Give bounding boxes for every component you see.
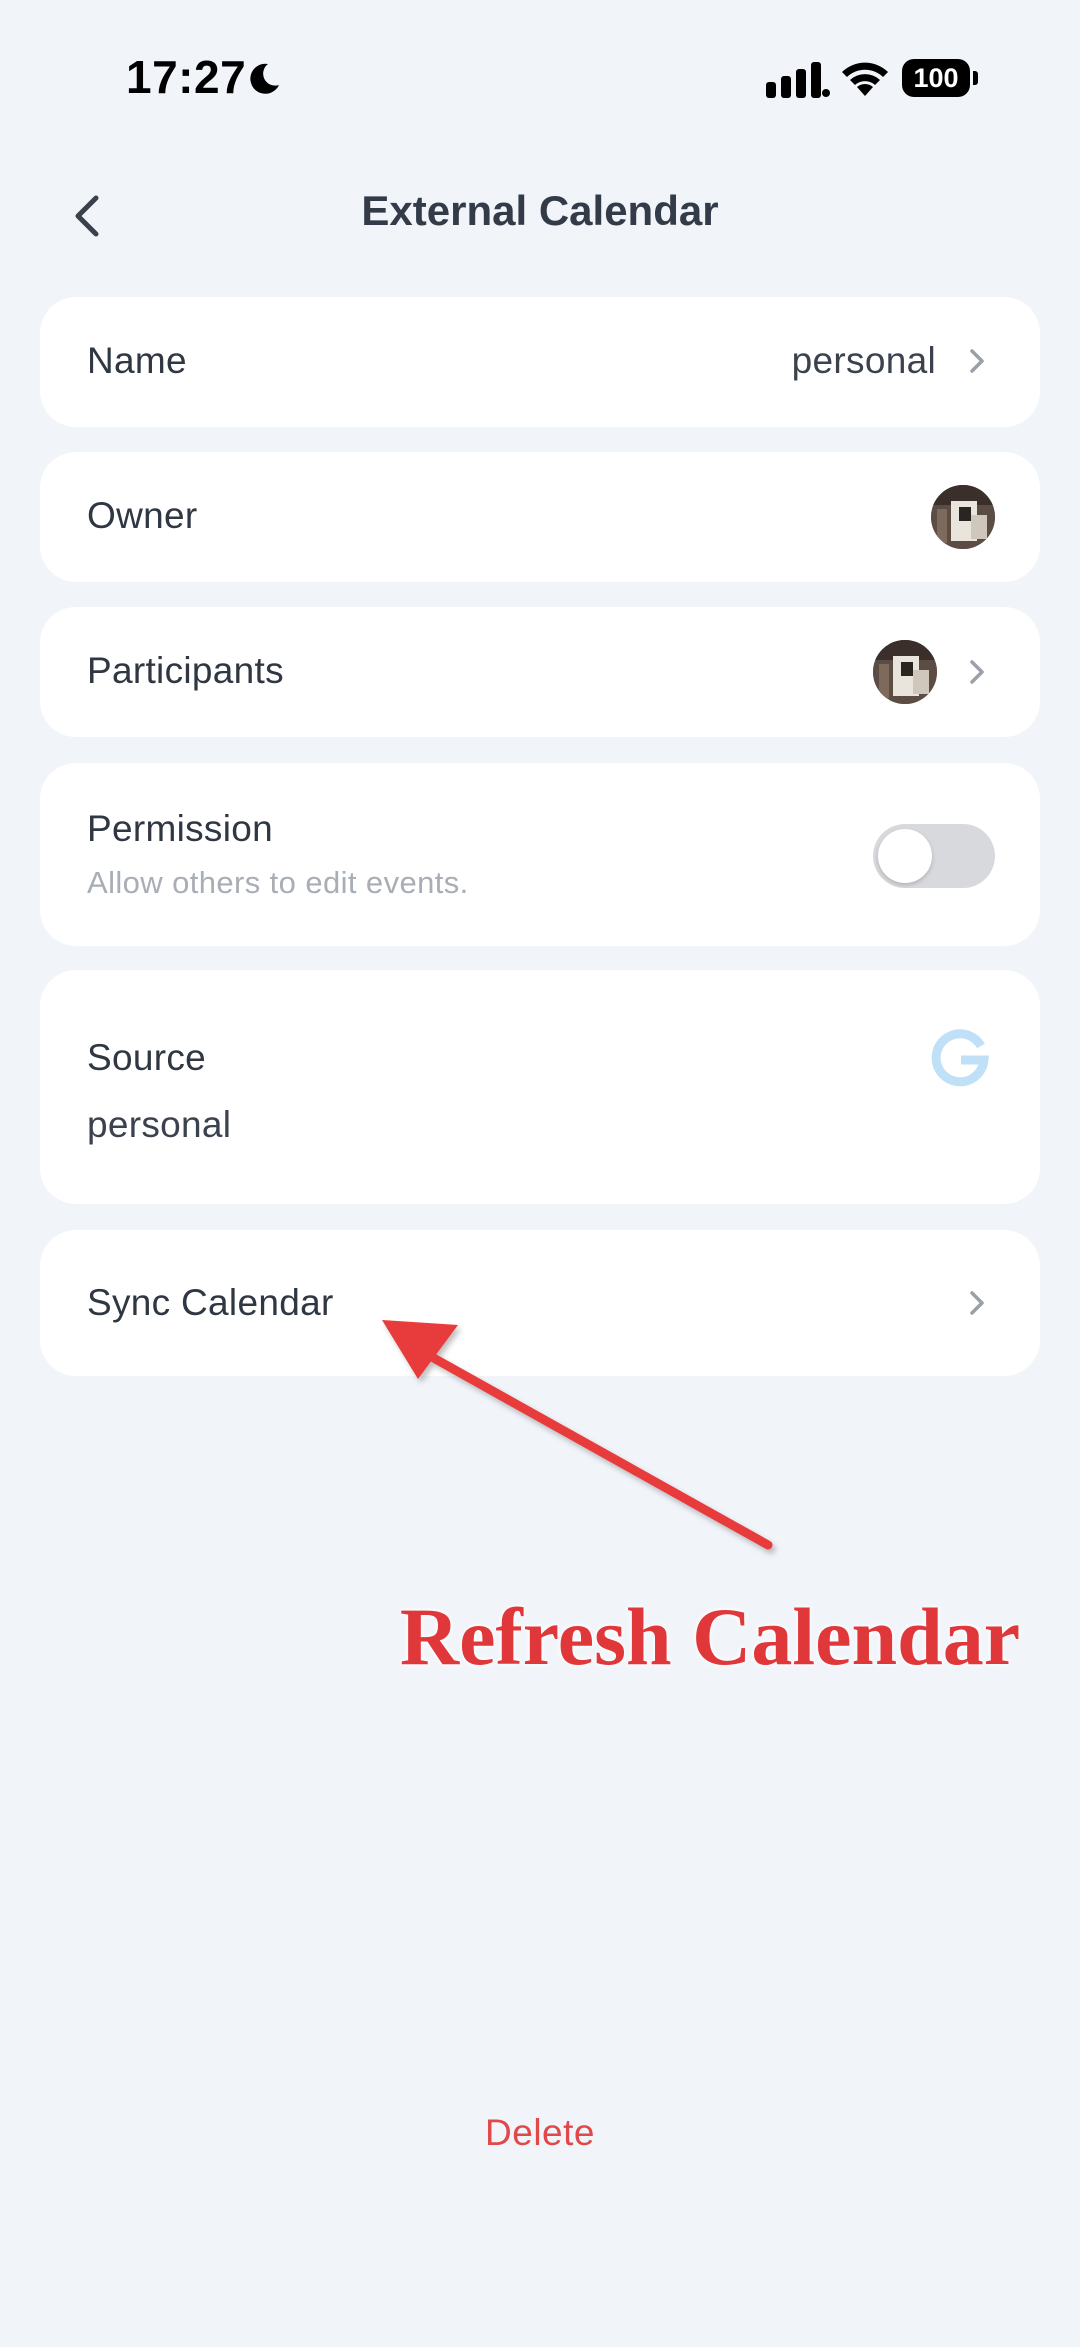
permission-label: Permission	[87, 808, 273, 849]
sync-calendar-label: Sync Calendar	[87, 1282, 334, 1323]
chevron-right-icon	[970, 660, 984, 684]
annotation-label: Refresh Calendar	[399, 1591, 1021, 1682]
owner-row: Owner	[40, 452, 1040, 582]
toggle-knob	[878, 829, 932, 883]
chevron-right-icon	[970, 349, 984, 373]
chevron-right-icon	[970, 1291, 984, 1315]
participant-avatar	[873, 640, 937, 704]
status-time: 17:27	[126, 51, 247, 103]
sync-calendar-row[interactable]: Sync Calendar	[40, 1230, 1040, 1376]
source-label: Source	[87, 1037, 207, 1078]
battery-icon: 100	[902, 59, 978, 97]
participants-row[interactable]: Participants	[40, 607, 1040, 737]
google-icon	[931, 1029, 989, 1087]
source-row: Source personal	[40, 970, 1040, 1204]
source-value: personal	[87, 1104, 232, 1145]
participants-label: Participants	[87, 650, 284, 691]
moon-icon	[250, 63, 279, 94]
wifi-icon	[842, 62, 888, 96]
delete-button[interactable]: Delete	[390, 2112, 690, 2154]
name-row[interactable]: Name personal	[40, 297, 1040, 427]
owner-label: Owner	[87, 495, 198, 536]
permission-subtitle: Allow others to edit events.	[87, 865, 469, 900]
permission-row: Permission Allow others to edit events.	[40, 763, 1040, 946]
page-title: External Calendar	[361, 187, 719, 234]
status-bar: 17:27 100	[0, 0, 1080, 150]
cellular-signal-icon	[766, 62, 830, 98]
battery-level: 100	[902, 59, 970, 97]
permission-toggle[interactable]	[873, 824, 995, 888]
owner-avatar	[931, 485, 995, 549]
name-label: Name	[87, 340, 187, 381]
name-value: personal	[791, 340, 936, 381]
